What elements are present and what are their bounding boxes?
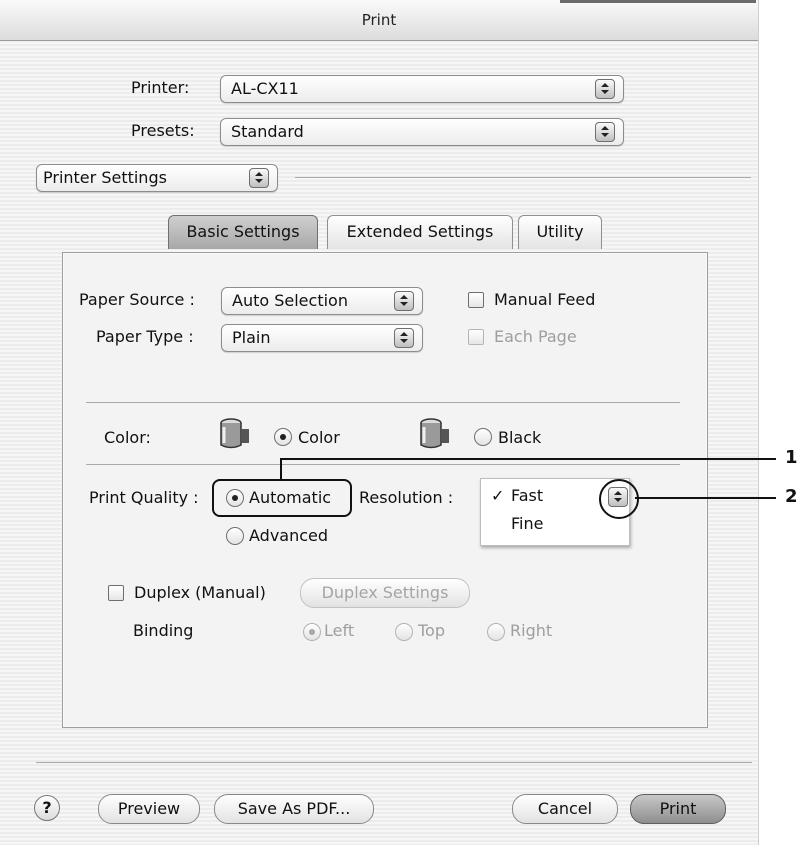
callout-number-1: 1 [785, 447, 798, 468]
printer-value: AL-CX11 [231, 79, 299, 98]
printer-label: Printer: [131, 78, 190, 97]
callout-number-2: 2 [785, 486, 798, 507]
black-radio[interactable] [474, 428, 492, 446]
resolution-option-fast[interactable]: Fast [511, 486, 543, 505]
callout-line-1-horizontal [280, 458, 776, 460]
callout-circle-resolution [599, 479, 639, 519]
binding-left-label: Left [324, 621, 355, 640]
preview-button[interactable]: Preview [98, 794, 200, 824]
section-divider [295, 177, 751, 178]
duplex-checkbox[interactable] [108, 585, 124, 601]
title-bar-edge [560, 0, 756, 3]
section-select[interactable]: Printer Settings [36, 164, 278, 192]
binding-label: Binding [133, 621, 194, 640]
each-page-label: Each Page [494, 327, 577, 346]
paper-type-label: Paper Type : [96, 327, 194, 346]
tab-basic-settings[interactable]: Basic Settings [168, 215, 318, 249]
presets-label: Presets: [131, 121, 195, 140]
color-radio[interactable] [274, 428, 292, 446]
color-option-label: Color [298, 428, 340, 447]
callout-line-2 [635, 497, 776, 499]
black-option-label: Black [498, 428, 542, 447]
manual-feed-checkbox[interactable] [468, 292, 484, 308]
black-ink-icon [420, 418, 449, 449]
resolution-option-fine[interactable]: Fine [511, 514, 543, 533]
duplex-label: Duplex (Manual) [134, 583, 266, 602]
binding-right-label: Right [510, 621, 553, 640]
cancel-button[interactable]: Cancel [512, 794, 618, 824]
binding-top-label: Top [418, 621, 445, 640]
print-dialog: Print Printer: AL-CX11 Presets: Standard… [0, 0, 759, 845]
tab-utility[interactable]: Utility [518, 215, 602, 249]
window-title: Print [361, 11, 397, 29]
print-button[interactable]: Print [630, 794, 726, 824]
binding-left-radio[interactable] [303, 623, 321, 641]
presets-select[interactable]: Standard [220, 118, 624, 146]
callout-box-automatic [212, 479, 352, 517]
resolution-label: Resolution : [359, 488, 454, 507]
manual-feed-label: Manual Feed [494, 290, 596, 309]
footer-divider [36, 762, 752, 763]
paper-type-select[interactable]: Plain [221, 324, 423, 352]
section-value: Printer Settings [43, 168, 167, 187]
binding-top-radio[interactable] [395, 623, 413, 641]
resolution-check-icon: ✓ [491, 486, 505, 505]
paper-source-stepper-icon [394, 291, 414, 311]
duplex-settings-button[interactable]: Duplex Settings [300, 578, 470, 608]
color-label: Color: [104, 428, 151, 447]
advanced-radio[interactable] [226, 527, 244, 545]
help-icon[interactable]: ? [34, 795, 60, 821]
panel-divider-1 [86, 402, 680, 403]
paper-type-stepper-icon [394, 328, 414, 348]
panel-divider-2 [86, 464, 680, 465]
paper-type-value: Plain [232, 328, 271, 347]
paper-source-select[interactable]: Auto Selection [221, 287, 423, 315]
section-stepper-icon [249, 168, 269, 188]
print-quality-label: Print Quality : [89, 488, 199, 507]
printer-stepper-icon [595, 79, 615, 99]
paper-source-label: Paper Source : [79, 290, 195, 309]
title-bar: Print [0, 0, 758, 41]
printer-select[interactable]: AL-CX11 [220, 75, 624, 103]
paper-source-value: Auto Selection [232, 291, 348, 310]
callout-line-1-vertical [280, 458, 282, 479]
presets-stepper-icon [595, 122, 615, 142]
tab-extended-settings[interactable]: Extended Settings [327, 215, 513, 249]
presets-value: Standard [231, 122, 304, 141]
color-ink-icon [220, 418, 249, 449]
each-page-checkbox[interactable] [468, 329, 484, 345]
advanced-label: Advanced [249, 526, 329, 545]
binding-right-radio[interactable] [487, 623, 505, 641]
save-as-pdf-button[interactable]: Save As PDF... [214, 794, 374, 824]
